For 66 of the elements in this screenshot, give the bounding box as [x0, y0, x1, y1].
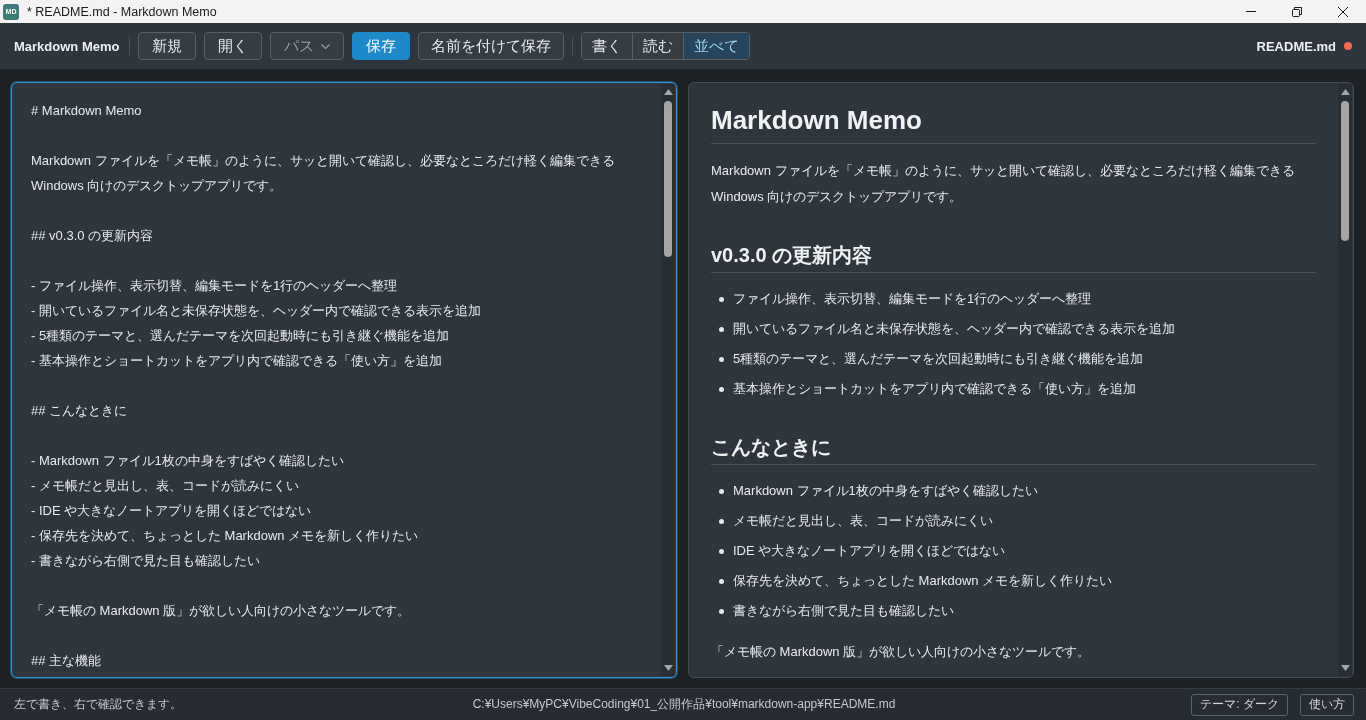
- editor-text-line: - 5種類のテーマと、選んだテーマを次回起動時にも引き継ぐ機能を追加: [31, 327, 450, 345]
- minimize-icon: [1246, 11, 1256, 12]
- editor-text-line: - Markdown ファイル1枚の中身をすばやく確認したい: [31, 452, 344, 470]
- list-item-text: 開いているファイル名と未保存状態を、ヘッダー内で確認できる表示を追加: [733, 320, 1175, 338]
- editor-text-line: - 書きながら右側で見た目も確認したい: [31, 552, 260, 570]
- list-item-text: 5種類のテーマと、選んだテーマを次回起動時にも引き継ぐ機能を追加: [733, 350, 1144, 368]
- list-item-text: ファイル操作、表示切替、編集モードを1行のヘッダーへ整理: [733, 290, 1092, 308]
- scrollbar[interactable]: [661, 84, 675, 676]
- editor-text-line: Markdown ファイルを「メモ帳」のように、サッと開いて確認し、必要なところだけ軽く編集できる: [31, 152, 615, 170]
- scroll-up-icon[interactable]: [1340, 89, 1350, 95]
- file-path: C:¥Users¥MyPC¥VibeCoding¥01_公開作品¥tool¥markdown-app¥README.md: [472, 696, 896, 713]
- save-button[interactable]: 保存: [352, 32, 411, 60]
- close-icon: [1338, 6, 1348, 17]
- preview-paragraph: 「メモ帳の Markdown 版」が欲しい人向けの小さなツールです。: [711, 643, 1091, 661]
- scroll-up-icon[interactable]: [663, 89, 673, 95]
- open-file-button[interactable]: 開く: [204, 32, 263, 60]
- view-mode-tab[interactable]: 書く: [582, 33, 633, 59]
- window-title: * README.md - Markdown Memo: [27, 4, 217, 19]
- bullet-icon: [719, 488, 724, 494]
- editor-text-line: - メモ帳だと見出し、表、コードが読みにくい: [31, 477, 299, 495]
- chevron-down-icon: [321, 43, 331, 49]
- bullet-icon: [719, 608, 724, 614]
- editor-text-line: - IDE や大きなノートアプリを開くほどではない: [31, 502, 312, 520]
- editor-text-line: # Markdown Memo: [31, 102, 142, 120]
- editor-text-line: - 基本操作とショートカットをアプリ内で確認できる「使い方」を追加: [31, 352, 442, 370]
- view-mode-tab[interactable]: 並べて: [683, 33, 750, 59]
- editor-text-line: 「メモ帳の Markdown 版」が欲しい人向けの小さなツールです。: [31, 602, 411, 620]
- preview-subheading: v0.3.0 の更新内容: [711, 242, 1316, 273]
- editor-text-line: ## こんなときに: [31, 402, 128, 420]
- bullet-icon: [719, 518, 724, 524]
- editor-text-line: - 保存先を決めて、ちょっとした Markdown メモを新しく作りたい: [31, 527, 419, 545]
- bullet-icon: [719, 386, 724, 392]
- new-file-button[interactable]: 新規: [138, 32, 197, 60]
- editor-text-line: ## 主な機能: [31, 652, 102, 670]
- save-as-button[interactable]: 名前を付けて保存: [418, 32, 565, 60]
- restore-icon: [1292, 6, 1302, 17]
- bullet-icon: [719, 578, 724, 584]
- preview-subheading: こんなときに: [711, 434, 1316, 465]
- scroll-down-icon[interactable]: [663, 665, 673, 671]
- status-hint: 左で書き、右で確認できます。: [14, 696, 183, 713]
- list-item-text: IDE や大きなノートアプリを開くほどではない: [733, 542, 1006, 560]
- scrollbar[interactable]: [1338, 84, 1352, 676]
- bullet-icon: [719, 296, 724, 302]
- scrollbar-thumb[interactable]: [1341, 101, 1349, 241]
- editor-field[interactable]: [11, 82, 677, 678]
- help-button[interactable]: 使い方: [1300, 693, 1354, 716]
- bullet-icon: [719, 548, 724, 554]
- editor-text-line: - 開いているファイル名と未保存状態を、ヘッダー内で確認できる表示を追加: [31, 302, 481, 320]
- list-item-text: Markdown ファイル1枚の中身をすばやく確認したい: [733, 482, 1038, 500]
- list-item-text: 書きながら右側で見た目も確認したい: [733, 602, 954, 620]
- list-item-text: 基本操作とショートカットをアプリ内で確認できる「使い方」を追加: [733, 380, 1136, 398]
- app-name: Markdown Memo: [14, 38, 120, 54]
- preview-paragraph: Markdown ファイルを「メモ帳」のように、サッと開いて確認し、必要なところだけ軽く編集できる Windows 向けのデスクトップアプリです。: [711, 162, 1295, 206]
- list-item-text: メモ帳だと見出し、表、コードが読みにくい: [733, 512, 993, 530]
- bullet-icon: [719, 356, 724, 362]
- theme-button[interactable]: テーマ: ダーク: [1191, 693, 1288, 716]
- view-mode-tab[interactable]: 読む: [632, 33, 684, 59]
- bullet-icon: [719, 326, 724, 332]
- list-item-text: 保存先を決めて、ちょっとした Markdown メモを新しく作りたい: [733, 572, 1113, 590]
- editor-text-line: ## v0.3.0 の更新内容: [31, 227, 154, 245]
- scroll-down-icon[interactable]: [1340, 665, 1350, 671]
- editor-text-line: - ファイル操作、表示切替、編集モードを1行のヘッダーへ整理: [31, 277, 398, 295]
- scrollbar-thumb[interactable]: [664, 101, 672, 257]
- file-name: README.md: [1256, 38, 1336, 54]
- preview-heading: Markdown Memo: [711, 104, 1316, 144]
- editor-text-line: Windows 向けのデスクトップアプリです。: [31, 177, 283, 195]
